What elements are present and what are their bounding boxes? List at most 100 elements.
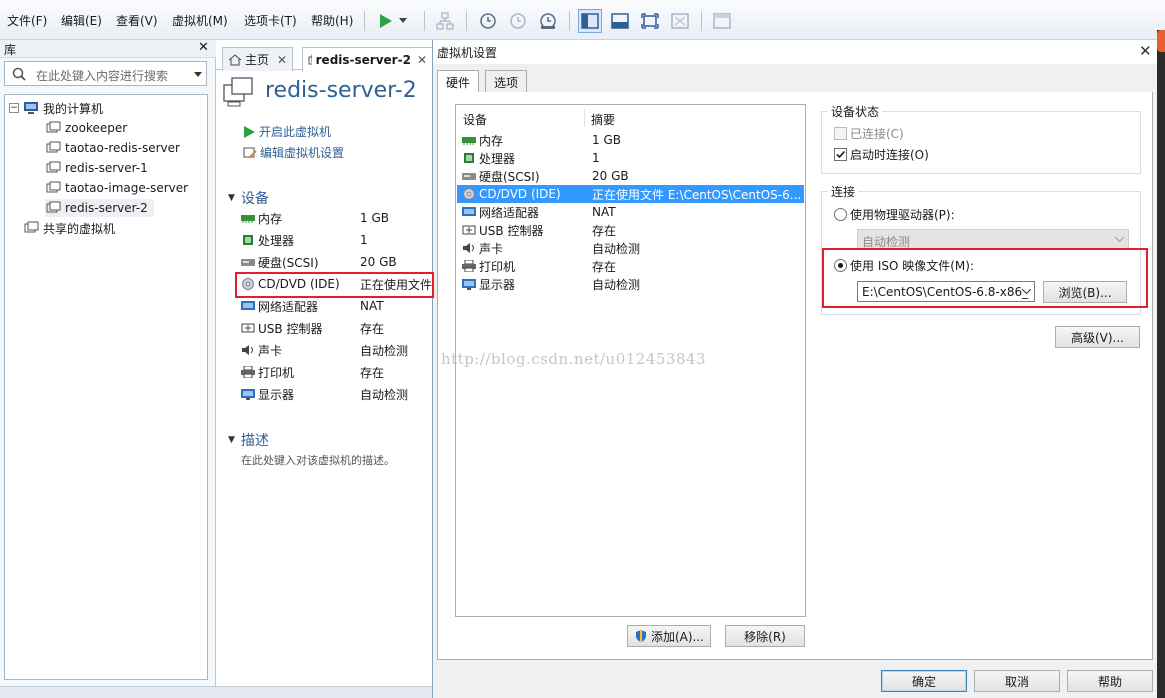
description-placeholder[interactable]: 在此处键入对该虚拟机的描述。 — [241, 452, 395, 468]
tree-root-my-computer[interactable]: − 我的计算机 — [9, 99, 103, 117]
sound-icon — [461, 242, 477, 254]
cpu-icon — [240, 234, 256, 246]
vm-device-row[interactable]: 网络适配器 NAT — [240, 296, 430, 316]
tab-hardware[interactable]: 硬件 — [437, 70, 480, 94]
remove-device-button[interactable]: 移除(R) — [725, 625, 805, 647]
tab-options[interactable]: 选项 — [485, 70, 528, 93]
device-row-selected[interactable]: CD/DVD (IDE) 正在使用文件 E:\CentOS\CentOS-6... — [457, 185, 804, 203]
library-search-input[interactable]: 在此处键入内容进行搜索 — [4, 61, 207, 86]
power-on-vm-link[interactable]: 开启此虚拟机 — [243, 123, 331, 140]
power-dropdown-button[interactable] — [396, 9, 410, 33]
edit-vm-settings-link[interactable]: 编辑虚拟机设置 — [243, 144, 344, 161]
console-view-button[interactable] — [608, 9, 632, 33]
tree-item-vm[interactable]: taotao-redis-server — [45, 139, 180, 157]
hardware-device-list[interactable]: 设备 摘要 内存 1 GB 处理器 1 硬盘(SCSI) 20 GB CD/DVD (IDE… — [455, 104, 806, 617]
advanced-button[interactable]: 高级(V)... — [1055, 326, 1140, 348]
help-button[interactable]: 帮助 — [1067, 670, 1153, 692]
menu-tabs[interactable]: 选项卡(T) — [244, 12, 297, 29]
thumbnail-view-button[interactable] — [710, 9, 734, 33]
close-icon[interactable]: ✕ — [277, 53, 287, 67]
tree-item-vm[interactable]: zookeeper — [45, 119, 127, 137]
vm-device-row[interactable]: 处理器 1 — [240, 230, 430, 250]
chevron-down-icon[interactable] — [1022, 289, 1031, 294]
vm-device-row[interactable]: 打印机 存在 — [240, 362, 430, 382]
device-row[interactable]: 网络适配器 NAT — [457, 203, 804, 221]
device-row[interactable]: 显示器 自动检测 — [457, 275, 804, 293]
toolbar-separator — [424, 11, 425, 31]
menu-vm[interactable]: 虚拟机(M) — [172, 12, 228, 29]
add-device-button[interactable]: 添加(A)... — [627, 625, 711, 647]
unity-button[interactable] — [668, 9, 692, 33]
tree-item-vm[interactable]: redis-server-1 — [45, 159, 148, 177]
tree-item-vm[interactable]: taotao-image-server — [45, 179, 188, 197]
column-header-device[interactable]: 设备 — [463, 111, 487, 128]
vm-device-row[interactable]: 声卡 自动检测 — [240, 340, 430, 360]
browse-button[interactable]: 浏览(B)... — [1043, 281, 1127, 303]
devices-section-title[interactable]: ▼ 设备 — [228, 188, 269, 208]
snapshot-take-button[interactable] — [476, 9, 500, 33]
tab-label: redis-server-2 — [315, 53, 411, 67]
vm-device-row[interactable]: 硬盘(SCSI) 20 GB — [240, 252, 430, 272]
device-row[interactable]: 内存 1 GB — [457, 131, 804, 149]
tab-home[interactable]: 主页 ✕ — [222, 47, 294, 71]
device-name: 处理器 — [479, 151, 516, 166]
send-ctrl-alt-del-button[interactable] — [433, 9, 457, 33]
device-row[interactable]: 打印机 存在 — [457, 257, 804, 275]
iso-path-input[interactable]: E:\CentOS\CentOS-6.8-x86_ — [857, 281, 1035, 302]
vm-device-row[interactable]: 内存 1 GB — [240, 208, 430, 228]
tree-item-shared-vms[interactable]: 共享的虚拟机 — [23, 219, 115, 237]
tree-item-label: redis-server-1 — [65, 161, 148, 175]
device-row[interactable]: 处理器 1 — [457, 149, 804, 167]
vm-device-row[interactable]: CD/DVD (IDE) 正在使用文件 — [240, 274, 432, 294]
menu-edit[interactable]: 编辑(E) — [61, 12, 102, 29]
vm-device-value: 20 GB — [360, 255, 397, 269]
full-screen-button[interactable] — [638, 9, 662, 33]
menu-view[interactable]: 查看(V) — [116, 12, 158, 29]
tree-item-vm-selected[interactable]: redis-server-2 — [45, 199, 154, 217]
device-row[interactable]: 声卡 自动检测 — [457, 239, 804, 257]
close-icon[interactable]: ✕ — [417, 53, 427, 67]
ok-button[interactable]: 确定 — [881, 670, 967, 692]
description-section-title[interactable]: ▼ 描述 — [228, 430, 269, 450]
shield-icon — [635, 630, 646, 642]
home-icon — [228, 53, 242, 65]
tab-redis-server-2[interactable]: redis-server-2 ✕ — [302, 47, 433, 72]
collapse-toggle-icon[interactable]: − — [9, 103, 19, 113]
toolbar-separator — [466, 11, 467, 31]
vm-device-name: 显示器 — [258, 387, 295, 402]
power-on-button[interactable] — [373, 9, 397, 33]
use-iso-image-radio[interactable]: 使用 ISO 映像文件(M): — [834, 257, 974, 274]
physical-drive-select: 自动检测 — [857, 229, 1129, 250]
connect-at-power-on-checkbox[interactable]: 启动时连接(O) — [834, 146, 929, 163]
dialog-title: 虚拟机设置 — [437, 46, 498, 60]
checkbox-icon — [834, 127, 847, 140]
menu-file[interactable]: 文件(F) — [7, 12, 47, 29]
cancel-button[interactable]: 取消 — [974, 670, 1060, 692]
vm-device-row[interactable]: USB 控制器 存在 — [240, 318, 430, 338]
vm-icon — [45, 201, 61, 215]
console-view-icon — [611, 13, 629, 29]
chevron-down-icon[interactable] — [194, 72, 202, 77]
memory-icon — [240, 212, 256, 224]
dialog-close-icon[interactable]: ✕ — [1139, 42, 1152, 60]
device-row[interactable]: 硬盘(SCSI) 20 GB — [457, 167, 804, 185]
use-physical-drive-radio[interactable]: 使用物理驱动器(P): — [834, 206, 955, 223]
tree-item-label: taotao-redis-server — [65, 141, 180, 155]
menu-help[interactable]: 帮助(H) — [311, 12, 353, 29]
vm-device-value: 自动检测 — [360, 343, 409, 358]
usb-icon — [461, 224, 477, 236]
vm-detail-panel: 主页 ✕ redis-server-2 ✕ redis-server-2 开启此… — [216, 40, 433, 698]
close-library-icon[interactable]: ✕ — [198, 40, 209, 55]
vm-device-name: 网络适配器 — [258, 299, 319, 314]
vm-icon — [45, 161, 61, 175]
vm-icon — [45, 121, 61, 135]
snapshot-revert-button[interactable] — [506, 9, 530, 33]
vm-device-row[interactable]: 显示器 自动检测 — [240, 384, 430, 404]
checkbox-label: 启动时连接(O) — [850, 148, 929, 162]
device-row[interactable]: USB 控制器 存在 — [457, 221, 804, 239]
column-header-summary[interactable]: 摘要 — [591, 111, 615, 128]
snapshot-manager-button[interactable] — [536, 9, 560, 33]
hdd-icon — [240, 256, 256, 268]
show-library-button[interactable] — [578, 9, 602, 33]
floating-widget-icon[interactable] — [1157, 30, 1165, 52]
